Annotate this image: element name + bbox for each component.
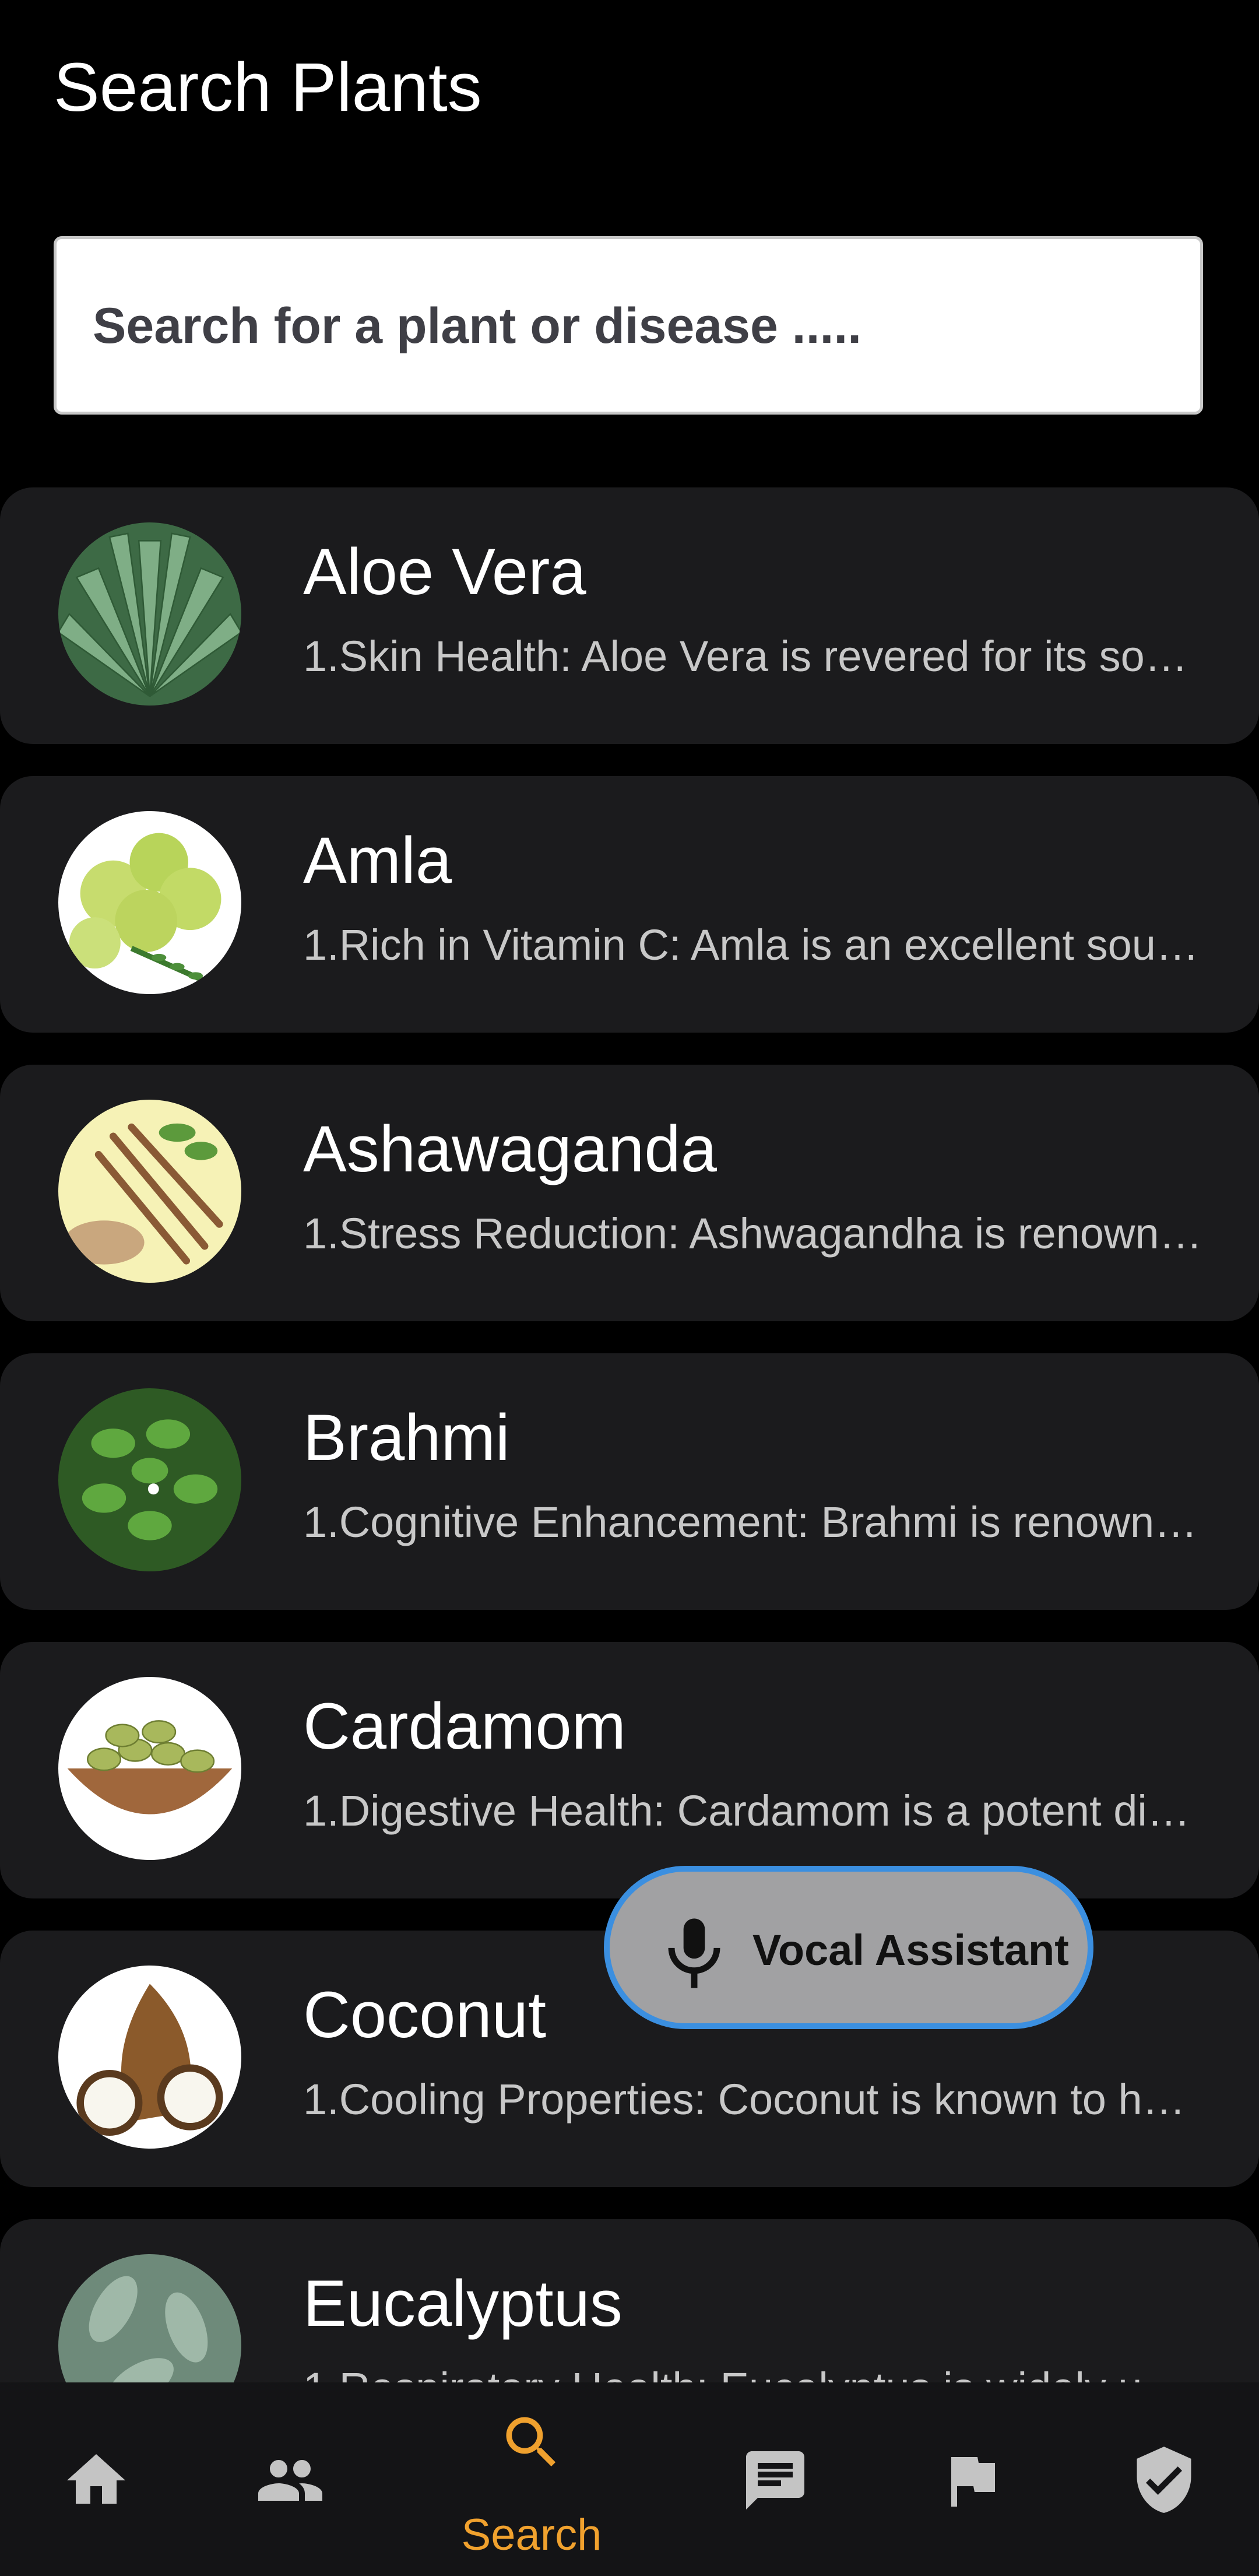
vocal-assistant-button[interactable]: Vocal Assistant	[604, 1866, 1093, 2029]
search-field[interactable]	[54, 236, 1203, 415]
plant-name: Eucalyptus	[303, 2267, 623, 2340]
app-bar: Search Plants	[0, 0, 1259, 181]
nav-verified[interactable]	[1075, 2382, 1250, 2576]
plant-list[interactable]: Aloe Vera 1.Skin Health: Aloe Vera is re…	[0, 487, 1259, 2382]
plant-summary: 1.Respiratory Health: Eucalyptus is wide…	[303, 2362, 1207, 2382]
plant-summary: 1.Rich in Vitamin C: Amla is an excellen…	[303, 921, 1207, 969]
plant-name: Ashawaganda	[303, 1112, 717, 1185]
brahmi-photo	[58, 1388, 241, 1571]
list-item[interactable]: Aloe Vera 1.Skin Health: Aloe Vera is re…	[0, 487, 1259, 744]
plant-summary: 1.Cognitive Enhancement: Brahmi is renow…	[303, 1498, 1207, 1546]
plant-name: Aloe Vera	[303, 535, 586, 608]
home-icon	[67, 2454, 125, 2504]
nav-home[interactable]	[9, 2382, 184, 2576]
plant-name: Cardamom	[303, 1690, 626, 1763]
amla-photo	[58, 811, 241, 994]
nav-community[interactable]	[203, 2382, 378, 2576]
search-input[interactable]	[92, 239, 1172, 413]
flag-icon	[951, 2457, 995, 2507]
aloe-vera-photo	[58, 522, 241, 706]
search-icon	[506, 2417, 556, 2467]
page-title: Search Plants	[54, 49, 482, 126]
list-item[interactable]: Ashawaganda 1.Stress Reduction: Ashwagan…	[0, 1065, 1259, 1321]
nav-search-label: Search	[461, 2510, 602, 2560]
plant-summary: 1.Digestive Health: Cardamom is a potent…	[303, 1787, 1207, 1835]
nav-search[interactable]: Search	[444, 2382, 619, 2576]
list-item[interactable]: Amla 1.Rich in Vitamin C: Amla is an exc…	[0, 776, 1259, 1033]
plant-summary: 1.Skin Health: Aloe Vera is revered for …	[303, 632, 1207, 680]
plant-name: Brahmi	[303, 1401, 510, 1474]
plant-summary: 1.Cooling Properties: Coconut is known t…	[303, 2075, 1207, 2124]
chat-icon	[746, 2451, 804, 2510]
list-item[interactable]: Cardamom 1.Digestive Health: Cardamom is…	[0, 1642, 1259, 1898]
plant-name: Amla	[303, 824, 452, 897]
mic-icon	[668, 1918, 720, 1988]
verified-shield-icon	[1137, 2447, 1191, 2513]
eucalyptus-photo	[58, 2254, 241, 2382]
nav-chat[interactable]	[688, 2382, 863, 2576]
list-item[interactable]: Eucalyptus 1.Respiratory Health: Eucalyp…	[0, 2219, 1259, 2382]
bottom-navigation: Search	[0, 2382, 1259, 2576]
plant-summary: 1.Stress Reduction: Ashwagandha is renow…	[303, 1209, 1207, 1258]
list-item[interactable]: Brahmi 1.Cognitive Enhancement: Brahmi i…	[0, 1353, 1259, 1610]
vocal-assistant-label: Vocal Assistant	[752, 1926, 1069, 1974]
people-icon	[258, 2460, 322, 2501]
nav-report[interactable]	[884, 2382, 1059, 2576]
ashwagandha-photo	[58, 1100, 241, 1283]
cardamom-photo	[58, 1677, 241, 1860]
coconut-photo	[58, 1966, 241, 2149]
